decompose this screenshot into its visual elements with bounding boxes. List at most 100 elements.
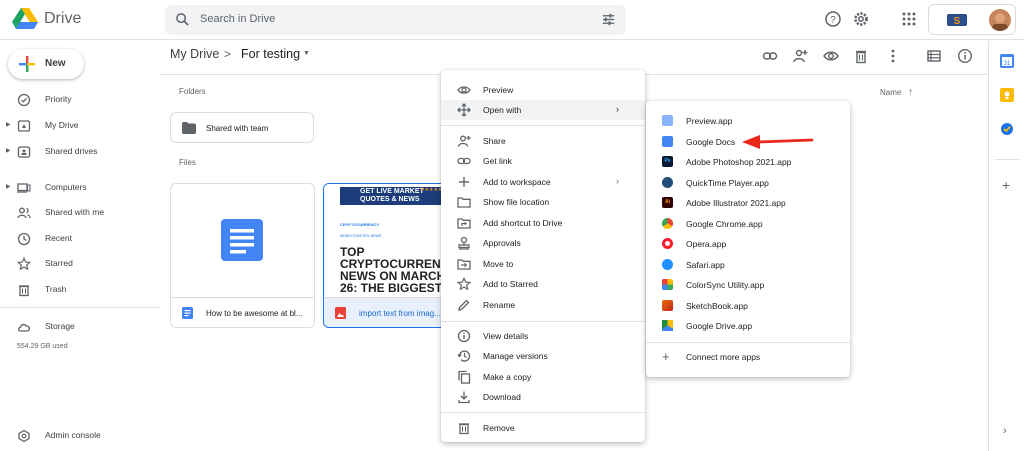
open-with-safari[interactable]: Safari.app [646, 255, 850, 275]
people-icon [17, 207, 31, 219]
search-icon[interactable] [175, 12, 190, 27]
sidebar-item-my-drive[interactable]: ▶ My Drive [0, 116, 160, 136]
new-button[interactable]: New [8, 49, 84, 79]
menu-item-remove[interactable]: Remove [441, 418, 645, 438]
search-options-icon[interactable] [601, 12, 616, 27]
preview-app-icon [662, 115, 673, 126]
menu-item-view-details[interactable]: View details [441, 326, 645, 346]
remove-trash-icon[interactable] [853, 48, 869, 64]
sidebar-item-trash[interactable]: Trash [0, 280, 160, 300]
menu-item-manage-versions[interactable]: Manage versions [441, 346, 645, 366]
svg-text:S: S [954, 16, 961, 27]
expand-arrow-icon[interactable]: ▶ [6, 121, 11, 128]
svg-text:?: ? [830, 15, 836, 26]
open-with-chrome[interactable]: Google Chrome.app [646, 214, 850, 234]
sidebar-item-shared-with-me[interactable]: Shared with me [0, 203, 160, 223]
add-addon-plus-icon[interactable]: + [1002, 177, 1010, 193]
illustrator-icon: Ai [662, 197, 673, 208]
open-with-preview-app[interactable]: Preview.app [646, 111, 850, 131]
sidebar-item-priority[interactable]: Priority [0, 90, 160, 110]
more-actions-icon[interactable] [885, 48, 901, 64]
sidebar-item-admin-console[interactable]: Admin console [0, 426, 160, 446]
annotation-red-arrow-icon [742, 135, 814, 149]
search-bar[interactable]: Search in Drive [165, 5, 626, 35]
safari-compass-icon [662, 259, 673, 270]
folder-icon [182, 122, 196, 134]
expand-panel-chevron-icon[interactable]: › [1003, 425, 1007, 437]
clock-icon [17, 232, 31, 246]
breadcrumb-current-folder[interactable]: For testing [241, 47, 300, 61]
folder-dropdown-icon[interactable]: ▼ [303, 50, 310, 57]
app-name[interactable]: Drive [44, 10, 81, 28]
menu-item-add-shortcut[interactable]: Add shortcut to Drive [441, 213, 645, 233]
thumbnail-rating-stars-icon: ★★★★★ [420, 187, 443, 193]
new-button-label: New [45, 58, 66, 69]
menu-item-add-to-workspace[interactable]: Add to workspace › [441, 172, 645, 192]
sidebar-item-computers[interactable]: ▶ Computers [0, 178, 160, 198]
menu-item-get-link[interactable]: Get link [441, 151, 645, 171]
side-panel-strip: 31 + › [988, 41, 1024, 451]
menu-item-show-file-location[interactable]: Show file location [441, 192, 645, 212]
expand-arrow-icon[interactable]: ▶ [6, 147, 11, 154]
preview-eye-icon[interactable] [823, 48, 839, 64]
plus-icon: + [662, 349, 670, 364]
open-with-google-drive-app[interactable]: Google Drive.app [646, 316, 850, 336]
quicktime-icon [662, 177, 673, 188]
open-with-sketchbook[interactable]: SketchBook.app [646, 296, 850, 316]
folder-shared-with-team[interactable]: Shared with team [170, 112, 314, 143]
eye-icon [457, 86, 471, 94]
tasks-icon[interactable] [1000, 122, 1014, 136]
help-icon[interactable]: ? [824, 10, 842, 28]
open-with-illustrator[interactable]: Ai Adobe Illustrator 2021.app [646, 193, 850, 213]
open-with-quicktime[interactable]: QuickTime Player.app [646, 173, 850, 193]
file-card-footer: How to be awesome at bl... [171, 297, 314, 327]
list-view-icon[interactable] [926, 48, 942, 64]
submenu-arrow-icon: › [616, 104, 619, 114]
apps-grid-icon[interactable] [900, 10, 918, 28]
menu-item-approvals[interactable]: Approvals [441, 233, 645, 253]
file-card-doc[interactable]: How to be awesome at bl... [170, 183, 315, 328]
sidebar-item-storage[interactable]: Storage [0, 317, 160, 337]
share-person-add-icon[interactable] [792, 48, 808, 64]
menu-item-download[interactable]: Download [441, 387, 645, 407]
star-outline-icon [17, 257, 31, 271]
organization-logo-icon: S [947, 14, 967, 27]
menu-item-rename[interactable]: Rename [441, 295, 645, 315]
menu-item-make-a-copy[interactable]: Make a copy [441, 367, 645, 387]
avatar[interactable] [989, 9, 1011, 31]
connect-more-apps[interactable]: + Connect more apps [646, 347, 850, 367]
computers-icon [17, 183, 31, 193]
check-circle-icon [17, 93, 31, 107]
open-with-opera[interactable]: Opera.app [646, 234, 850, 254]
person-add-icon [457, 135, 471, 147]
search-input[interactable]: Search in Drive [200, 13, 275, 25]
expand-arrow-icon[interactable]: ▶ [6, 183, 11, 190]
trash-icon [459, 423, 469, 435]
svg-text:31: 31 [1004, 61, 1011, 67]
sidebar-item-shared-drives[interactable]: ▶ Shared drives [0, 142, 160, 162]
settings-gear-icon[interactable] [852, 10, 870, 28]
menu-item-preview[interactable]: Preview [441, 80, 645, 100]
move-icon [457, 103, 471, 117]
sidebar-item-starred[interactable]: Starred [0, 254, 160, 274]
open-with-colorsync[interactable]: ColorSync Utility.app [646, 275, 850, 295]
view-details-info-icon[interactable] [957, 48, 973, 64]
breadcrumb-my-drive[interactable]: My Drive [170, 47, 219, 61]
calendar-icon[interactable]: 31 [1000, 54, 1014, 68]
account-switcher[interactable]: S [928, 4, 1016, 35]
menu-item-add-to-starred[interactable]: Add to Starred [441, 274, 645, 294]
get-link-icon[interactable] [762, 48, 778, 64]
menu-item-move-to[interactable]: Move to [441, 254, 645, 274]
open-with-photoshop[interactable]: Ps Adobe Photoshop 2021.app [646, 152, 850, 172]
context-menu: Preview Open with › Share Get link Add t… [441, 70, 645, 442]
submenu-divider [646, 342, 850, 343]
image-file-icon [335, 307, 346, 319]
docs-thumbnail-icon [221, 219, 263, 261]
sidebar-item-recent[interactable]: Recent [0, 229, 160, 249]
sketchbook-icon [662, 300, 673, 311]
sort-by-name-button[interactable]: Name ↑ [880, 87, 913, 98]
keep-icon[interactable] [1000, 88, 1014, 102]
menu-item-share[interactable]: Share [441, 131, 645, 151]
drive-logo-icon[interactable] [12, 8, 38, 30]
menu-item-open-with[interactable]: Open with › [441, 100, 645, 120]
